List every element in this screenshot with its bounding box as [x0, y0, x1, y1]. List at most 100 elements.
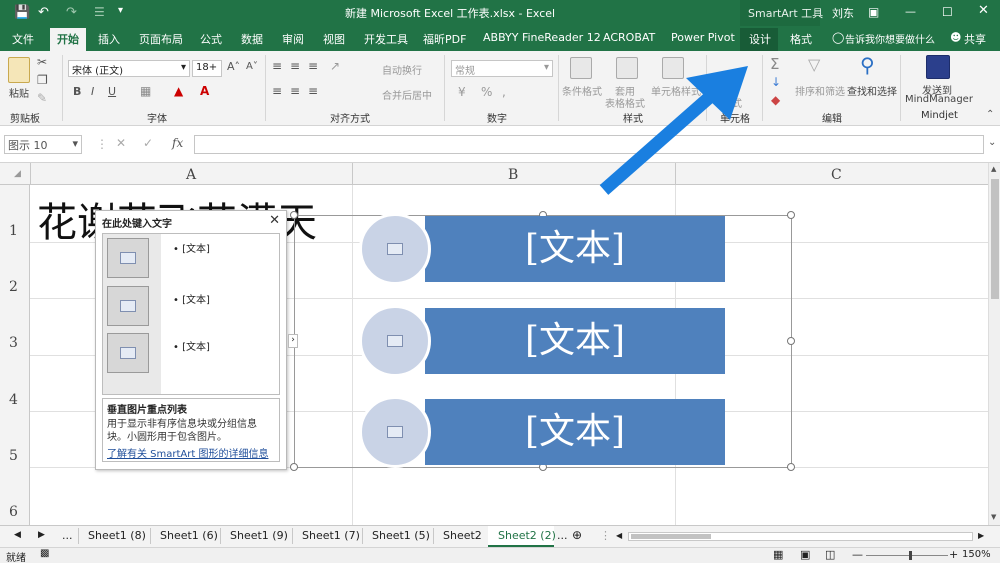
maximize-icon[interactable]: ☐	[942, 5, 953, 19]
smartart-text-shape[interactable]: [文本]	[425, 399, 725, 465]
tab-power-pivot[interactable]: Power Pivot	[671, 31, 735, 44]
row-header-2[interactable]: 2	[9, 279, 18, 295]
font-size-dropdown[interactable]: 18+	[192, 60, 222, 77]
user-name[interactable]: 刘东	[832, 5, 854, 21]
wrap-text-button[interactable]: 自动换行	[382, 62, 422, 77]
format-painter-icon[interactable]: ☰	[94, 5, 105, 19]
paste-icon[interactable]	[8, 57, 30, 83]
sheet-tab[interactable]: Sheet1 (5)	[372, 529, 430, 542]
row-header-6[interactable]: 6	[9, 504, 18, 520]
scroll-thumb[interactable]	[991, 179, 999, 299]
smartart-text-shape[interactable]: [文本]	[425, 216, 725, 282]
picture-thumbnail[interactable]	[107, 286, 149, 326]
sum-icon[interactable]: Σ	[770, 55, 779, 73]
align-bottom-icon[interactable]: ≡	[308, 59, 318, 73]
font-name-dropdown[interactable]: 宋体 (正文) ▾	[68, 60, 190, 77]
customize-toolbar-icon[interactable]: ▾	[118, 5, 123, 16]
smartart-picture-placeholder[interactable]	[359, 213, 431, 285]
tab-page-layout[interactable]: 页面布局	[139, 31, 183, 47]
font-color-icon[interactable]: A	[200, 84, 209, 98]
text-pane-toggle[interactable]: ›	[288, 334, 298, 348]
page-break-view-icon[interactable]: ◫	[825, 548, 835, 561]
send-to-mindmanager-button-line2[interactable]: MindManager	[905, 94, 973, 105]
redo-icon[interactable]: ↷	[66, 5, 77, 20]
tab-scroll-handle[interactable]: ⋮	[600, 529, 611, 542]
resize-handle[interactable]	[787, 463, 795, 471]
cancel-icon[interactable]: ✕	[116, 136, 126, 150]
select-all-icon[interactable]: ◢	[14, 169, 21, 179]
cut-icon[interactable]: ✂	[37, 55, 47, 69]
smartart-picture-placeholder[interactable]	[359, 305, 431, 377]
sheet-tab[interactable]: Sheet1 (8)	[88, 529, 146, 542]
tab-review[interactable]: 审阅	[282, 31, 304, 47]
hscroll-left-icon[interactable]: ◀	[616, 531, 622, 540]
align-center-icon[interactable]: ≡	[290, 84, 300, 98]
sort-filter-button[interactable]: 排序和筛选	[795, 83, 845, 98]
column-header-c[interactable]: C	[831, 167, 842, 183]
picture-thumbnail[interactable]	[107, 333, 149, 373]
list-item[interactable]: • [文本]	[173, 338, 210, 353]
fill-color-icon[interactable]: ▲	[174, 84, 183, 98]
copy-icon[interactable]: ❐	[37, 73, 48, 87]
normal-view-icon[interactable]: ▦	[773, 548, 783, 561]
tab-insert[interactable]: 插入	[98, 31, 120, 47]
more-sheets-right[interactable]: ...	[557, 529, 568, 542]
zoom-slider-thumb[interactable]	[909, 551, 912, 560]
tab-abbyy[interactable]: ABBYY FineReader 12	[483, 31, 601, 44]
learn-more-link[interactable]: 了解有关 SmartArt 图形的详细信息	[107, 445, 275, 460]
tab-design[interactable]: 设计	[749, 31, 771, 47]
smartart-text-shape[interactable]: [文本]	[425, 308, 725, 374]
list-item[interactable]: • [文本]	[173, 240, 210, 255]
page-layout-view-icon[interactable]: ▣	[800, 548, 810, 561]
decrease-font-icon[interactable]: A˅	[246, 61, 258, 72]
tab-data[interactable]: 数据	[241, 31, 263, 47]
align-left-icon[interactable]: ≡	[272, 84, 282, 98]
zoom-level[interactable]: 150%	[962, 549, 991, 560]
undo-icon[interactable]: ↶	[38, 5, 49, 20]
resize-handle[interactable]	[290, 211, 298, 219]
tab-view[interactable]: 视图	[323, 31, 345, 47]
name-box[interactable]: 图示 10 ▾	[4, 135, 82, 154]
row-header-4[interactable]: 4	[9, 392, 18, 408]
close-icon[interactable]: ✕	[269, 213, 280, 228]
format-painter-icon[interactable]: ✎	[37, 91, 47, 105]
resize-handle[interactable]	[787, 211, 795, 219]
sheet-tab[interactable]: Sheet1 (9)	[230, 529, 288, 542]
smartart-graphic[interactable]: [文本] [文本] [文本]	[290, 211, 795, 471]
underline-icon[interactable]: U	[108, 85, 116, 98]
tab-foxit-pdf[interactable]: 福昕PDF	[423, 31, 466, 47]
insert-function-icon[interactable]: fx	[172, 136, 183, 150]
increase-font-icon[interactable]: A˄	[227, 60, 240, 73]
formula-input[interactable]	[194, 135, 984, 154]
more-sheets-left[interactable]: ...	[62, 529, 73, 542]
clear-icon[interactable]: ◆	[771, 93, 780, 107]
list-item[interactable]: • [文本]	[173, 291, 210, 306]
zoom-in-icon[interactable]: +	[949, 548, 958, 561]
macro-record-icon[interactable]: ▩	[40, 548, 49, 559]
enter-icon[interactable]: ✓	[143, 136, 153, 150]
scroll-down-icon[interactable]: ▼	[991, 513, 996, 521]
align-top-icon[interactable]: ≡	[272, 59, 282, 73]
tab-home[interactable]: 开始	[57, 31, 79, 47]
sort-filter-icon[interactable]: ▽	[808, 55, 820, 74]
column-header-a[interactable]: A	[186, 167, 196, 183]
save-icon[interactable]: 💾	[14, 5, 30, 20]
row-header-3[interactable]: 3	[9, 335, 18, 351]
sheet-tab-active[interactable]: Sheet2 (2)	[488, 526, 556, 547]
prev-sheet-icon[interactable]: ◀	[14, 530, 21, 540]
next-sheet-icon[interactable]: ▶	[38, 530, 45, 540]
sheet-tab[interactable]: Sheet1 (7)	[302, 529, 360, 542]
row-header-5[interactable]: 5	[9, 448, 18, 464]
italic-icon[interactable]: I	[91, 85, 94, 98]
tab-file[interactable]: 文件	[12, 31, 34, 47]
border-icon[interactable]: ▦	[140, 84, 151, 98]
hscroll-right-icon[interactable]: ▶	[978, 531, 984, 540]
ribbon-display-icon[interactable]: ▣	[868, 5, 879, 19]
expand-formula-icon[interactable]: ⌄	[988, 137, 996, 148]
column-header-b[interactable]: B	[508, 167, 518, 183]
vertical-scrollbar[interactable]: ▲ ▼	[988, 163, 1000, 525]
hscroll-thumb[interactable]	[631, 534, 711, 539]
tab-developer[interactable]: 开发工具	[364, 31, 408, 47]
close-icon[interactable]: ✕	[978, 3, 989, 18]
zoom-slider[interactable]	[866, 555, 948, 556]
